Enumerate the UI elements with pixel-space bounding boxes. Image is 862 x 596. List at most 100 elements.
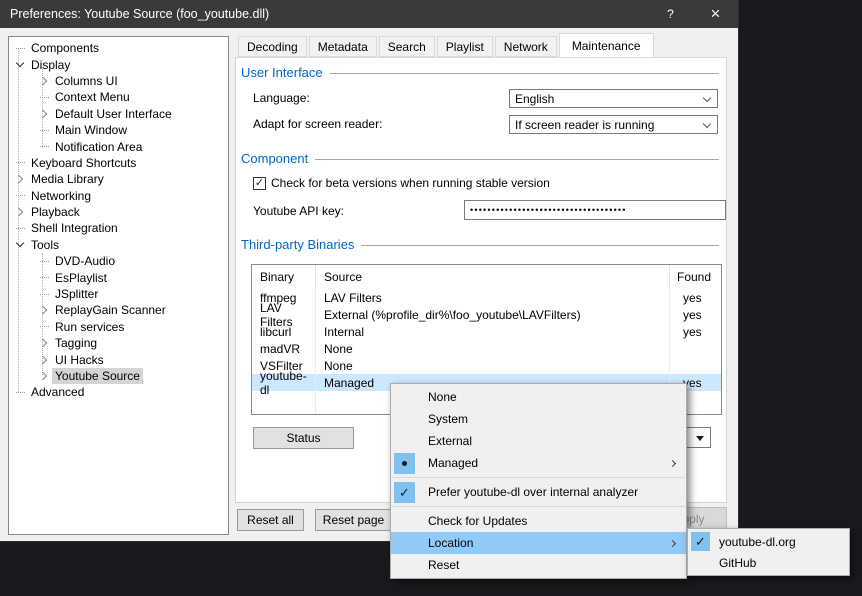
sidebar-item-media-library[interactable]: Media Library bbox=[9, 171, 228, 187]
tab-network[interactable]: Network bbox=[495, 36, 557, 57]
tree-connector bbox=[36, 270, 52, 286]
menu-item-location[interactable]: Location bbox=[391, 532, 686, 554]
chevron-down-icon bbox=[703, 120, 711, 128]
checkmark-icon: ✓ bbox=[394, 482, 415, 503]
sidebar-item-display[interactable]: Display bbox=[9, 56, 228, 72]
preferences-tree: Components Display Columns UI Context Me… bbox=[8, 36, 229, 535]
menu-item-youtube-dl-org[interactable]: ✓ youtube-dl.org bbox=[688, 531, 849, 552]
section-rule bbox=[330, 73, 719, 74]
column-header-source[interactable]: Source bbox=[315, 265, 669, 289]
language-label: Language: bbox=[253, 91, 310, 105]
radio-selected-icon bbox=[394, 453, 415, 474]
menu-separator bbox=[392, 506, 685, 507]
sidebar-item-components[interactable]: Components bbox=[9, 40, 228, 56]
chevron-right-icon[interactable] bbox=[36, 368, 52, 384]
binary-context-menu: None System External Managed ✓ Prefer yo… bbox=[390, 383, 687, 579]
sidebar-item-context-menu[interactable]: Context Menu bbox=[9, 89, 228, 105]
chevron-right-icon[interactable] bbox=[12, 171, 28, 187]
sidebar-item-notification-area[interactable]: Notification Area bbox=[9, 138, 228, 154]
sidebar-item-keyboard-shortcuts[interactable]: Keyboard Shortcuts bbox=[9, 155, 228, 171]
column-header-found[interactable]: Found bbox=[669, 265, 721, 289]
sidebar-item-columns-ui[interactable]: Columns UI bbox=[9, 73, 228, 89]
tree-connector bbox=[36, 89, 52, 105]
menu-item-reset[interactable]: Reset bbox=[391, 554, 686, 576]
sidebar-item-dvd-audio[interactable]: DVD-Audio bbox=[9, 253, 228, 269]
language-select[interactable]: English bbox=[509, 89, 718, 108]
beta-versions-label: Check for beta versions when running sta… bbox=[271, 176, 550, 190]
tab-strip: Decoding Metadata Search Playlist Networ… bbox=[238, 33, 656, 57]
sidebar-item-advanced[interactable]: Advanced bbox=[9, 384, 228, 400]
tab-maintenance[interactable]: Maintenance bbox=[559, 33, 654, 57]
api-key-label: Youtube API key: bbox=[253, 204, 344, 218]
close-button[interactable]: × bbox=[693, 0, 738, 28]
sidebar-item-main-window[interactable]: Main Window bbox=[9, 122, 228, 138]
table-gridline bbox=[315, 391, 316, 414]
chevron-right-icon[interactable] bbox=[36, 352, 52, 368]
menu-item-managed[interactable]: Managed bbox=[391, 452, 686, 474]
checkbox-checked-icon[interactable]: ✓ bbox=[253, 177, 266, 190]
tab-metadata[interactable]: Metadata bbox=[309, 36, 377, 57]
table-row-libcurl[interactable]: libcurl Internal yes bbox=[252, 323, 721, 340]
chevron-down-icon[interactable] bbox=[12, 57, 28, 73]
reset-page-button[interactable]: Reset page bbox=[315, 509, 392, 531]
menu-item-none[interactable]: None bbox=[391, 386, 686, 408]
tree-connector bbox=[12, 384, 28, 400]
section-header-user-interface: User Interface bbox=[241, 65, 719, 80]
chevron-right-icon[interactable] bbox=[36, 335, 52, 351]
screen-reader-label: Adapt for screen reader: bbox=[253, 117, 382, 131]
api-key-password-field[interactable]: •••••••••••••••••••••••••••••••••••• bbox=[464, 200, 726, 220]
menu-item-github[interactable]: GitHub bbox=[688, 552, 849, 573]
chevron-down-icon bbox=[703, 94, 711, 102]
sidebar-item-replaygain-scanner[interactable]: ReplayGain Scanner bbox=[9, 302, 228, 318]
menu-item-prefer-youtube-dl[interactable]: ✓ Prefer youtube-dl over internal analyz… bbox=[391, 481, 686, 503]
sidebar-item-tagging[interactable]: Tagging bbox=[9, 335, 228, 351]
chevron-down-icon[interactable] bbox=[12, 237, 28, 253]
titlebar[interactable]: Preferences: Youtube Source (foo_youtube… bbox=[0, 0, 738, 28]
tree-connector bbox=[36, 319, 52, 335]
tab-search[interactable]: Search bbox=[379, 36, 435, 57]
help-button[interactable]: ? bbox=[648, 0, 693, 28]
sidebar-item-playback[interactable]: Playback bbox=[9, 204, 228, 220]
chevron-right-icon[interactable] bbox=[12, 204, 28, 220]
table-row-ffmpeg[interactable]: ffmpeg LAV Filters yes bbox=[252, 289, 721, 306]
sidebar-item-shell-integration[interactable]: Shell Integration bbox=[9, 220, 228, 236]
table-header-row[interactable]: Binary Source Found bbox=[252, 265, 721, 289]
window-title: Preferences: Youtube Source (foo_youtube… bbox=[0, 7, 269, 21]
sidebar-item-networking[interactable]: Networking bbox=[9, 188, 228, 204]
section-header-component: Component bbox=[241, 151, 719, 166]
sidebar-item-default-user-interface[interactable]: Default User Interface bbox=[9, 106, 228, 122]
tree-connector bbox=[12, 40, 28, 56]
table-row-vsfilter[interactable]: VSFilter None bbox=[252, 357, 721, 374]
tree-connector bbox=[12, 155, 28, 171]
sidebar-item-esplaylist[interactable]: EsPlaylist bbox=[9, 269, 228, 285]
reset-all-button[interactable]: Reset all bbox=[237, 509, 304, 531]
table-row-madvr[interactable]: madVR None bbox=[252, 340, 721, 357]
sidebar-item-run-services[interactable]: Run services bbox=[9, 319, 228, 335]
beta-versions-checkbox-row[interactable]: ✓ Check for beta versions when running s… bbox=[253, 176, 550, 190]
chevron-right-icon[interactable] bbox=[36, 302, 52, 318]
section-rule bbox=[315, 159, 719, 160]
menu-item-check-for-updates[interactable]: Check for Updates bbox=[391, 510, 686, 532]
location-submenu: ✓ youtube-dl.org GitHub bbox=[687, 528, 850, 576]
chevron-right-icon[interactable] bbox=[36, 106, 52, 122]
menu-separator bbox=[392, 477, 685, 478]
chevron-right-icon[interactable] bbox=[36, 73, 52, 89]
table-row-lav-filters[interactable]: LAV Filters External (%profile_dir%\foo_… bbox=[252, 306, 721, 323]
tab-playlist[interactable]: Playlist bbox=[437, 36, 493, 57]
tree-connector bbox=[12, 188, 28, 204]
sidebar-item-youtube-source[interactable]: Youtube Source bbox=[9, 368, 228, 384]
column-header-binary[interactable]: Binary bbox=[252, 270, 315, 284]
status-button[interactable]: Status bbox=[253, 427, 354, 449]
screen-reader-select[interactable]: If screen reader is running bbox=[509, 115, 718, 134]
sidebar-item-ui-hacks[interactable]: UI Hacks bbox=[9, 351, 228, 367]
section-rule bbox=[361, 245, 719, 246]
sidebar-item-tools[interactable]: Tools bbox=[9, 237, 228, 253]
dropdown-arrow-icon bbox=[696, 436, 704, 441]
menu-item-system[interactable]: System bbox=[391, 408, 686, 430]
menu-item-external[interactable]: External bbox=[391, 430, 686, 452]
sidebar-item-jsplitter[interactable]: JSplitter bbox=[9, 286, 228, 302]
tree-connector bbox=[12, 220, 28, 236]
tree-connector bbox=[36, 253, 52, 269]
tab-decoding[interactable]: Decoding bbox=[238, 36, 307, 57]
tree-connector bbox=[36, 122, 52, 138]
